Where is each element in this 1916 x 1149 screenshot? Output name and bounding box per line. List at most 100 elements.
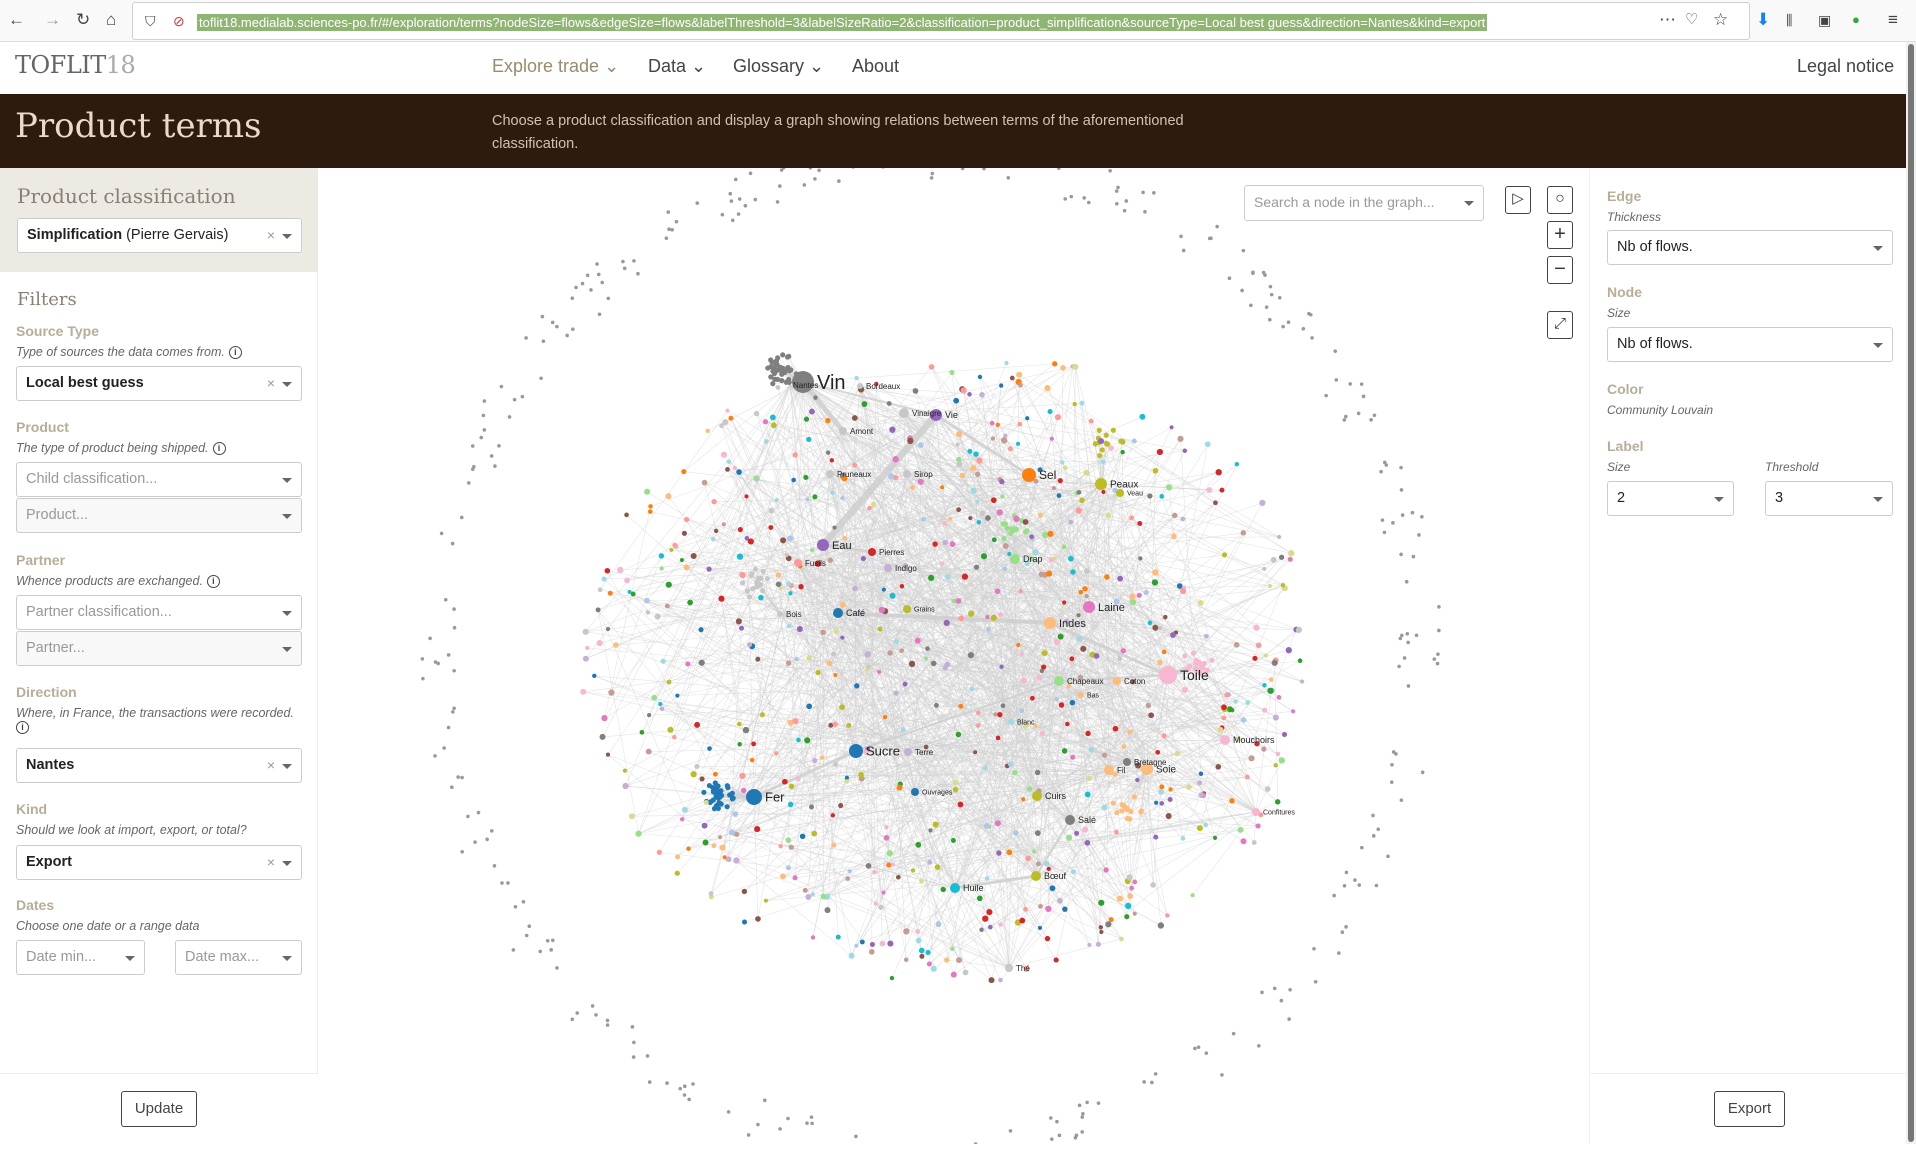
caret-down-icon[interactable] (282, 234, 292, 239)
isolated-node[interactable] (1302, 327, 1306, 331)
graph-node[interactable] (706, 567, 711, 572)
isolated-node[interactable] (636, 272, 640, 276)
isolated-node[interactable] (472, 465, 476, 469)
graph-node[interactable] (887, 850, 893, 856)
graph-node[interactable] (1023, 529, 1028, 534)
graph-node[interactable] (1248, 755, 1254, 761)
graph-node[interactable] (830, 490, 835, 495)
graph-node[interactable] (890, 976, 894, 980)
graph-node[interactable] (770, 414, 776, 420)
isolated-node[interactable] (574, 286, 578, 290)
isolated-node[interactable] (930, 176, 934, 180)
graph-node[interactable] (715, 793, 720, 798)
graph-node[interactable] (1041, 664, 1046, 669)
isolated-node[interactable] (433, 754, 437, 758)
graph-node[interactable] (849, 953, 855, 959)
graph-node[interactable] (1204, 634, 1209, 639)
graph-node[interactable] (749, 571, 754, 576)
isolated-node[interactable] (810, 1122, 814, 1126)
graph-node[interactable] (733, 466, 737, 470)
graph-node[interactable] (1085, 791, 1091, 797)
isolated-node[interactable] (675, 220, 679, 224)
graph-node[interactable] (1298, 658, 1303, 663)
graph-node[interactable] (1291, 709, 1295, 713)
graph-node-hub[interactable] (826, 470, 834, 478)
graph-node[interactable] (871, 502, 876, 507)
graph-node[interactable] (1240, 838, 1246, 844)
info-icon[interactable]: i (213, 442, 226, 455)
isolated-node[interactable] (473, 840, 477, 844)
graph-node[interactable] (1234, 642, 1240, 648)
isolated-node[interactable] (1050, 1137, 1054, 1141)
graph-node[interactable] (776, 367, 781, 372)
graph-node[interactable] (703, 840, 709, 846)
graph-node[interactable] (840, 602, 846, 608)
isolated-node[interactable] (1399, 637, 1403, 641)
isolated-node[interactable] (460, 516, 464, 520)
graph-node[interactable] (1016, 442, 1020, 446)
graph-node[interactable] (1025, 856, 1031, 862)
isolated-node[interactable] (1058, 1134, 1062, 1138)
graph-node[interactable] (1158, 789, 1164, 795)
isolated-node[interactable] (1049, 1116, 1053, 1120)
isolated-node[interactable] (621, 260, 625, 264)
graph-node[interactable] (1253, 624, 1259, 630)
graph-node[interactable] (988, 977, 994, 983)
pocket-icon[interactable]: ♡ (1685, 10, 1698, 30)
caret-down-icon[interactable] (1714, 497, 1724, 502)
graph-node[interactable] (867, 506, 872, 511)
graph-node[interactable] (942, 540, 948, 546)
graph-node[interactable] (827, 660, 833, 666)
isolated-node[interactable] (522, 900, 526, 904)
graph-node[interactable] (1300, 679, 1304, 683)
graph-node[interactable] (1119, 808, 1124, 813)
isolated-node[interactable] (666, 210, 670, 214)
graph-node[interactable] (991, 615, 997, 621)
more-icon[interactable]: ⋯ (1659, 10, 1676, 30)
graph-node[interactable] (1058, 478, 1063, 483)
extension-icon[interactable]: ● (1852, 10, 1860, 30)
graph-node[interactable] (613, 642, 619, 648)
isolated-node[interactable] (1251, 270, 1255, 274)
graph-node[interactable] (1076, 507, 1082, 513)
graph-node[interactable] (1111, 801, 1116, 806)
isolated-node[interactable] (597, 273, 601, 277)
play-button[interactable]: ▷ (1505, 186, 1531, 214)
graph-node[interactable] (1198, 600, 1204, 606)
isolated-node[interactable] (1399, 466, 1403, 470)
graph-node[interactable] (1102, 753, 1107, 758)
graph-node[interactable] (1205, 441, 1211, 447)
graph-node[interactable] (1276, 752, 1280, 756)
clear-icon[interactable]: × (267, 227, 275, 243)
graph-node[interactable] (969, 687, 974, 692)
graph-node[interactable] (686, 846, 691, 851)
graph-node[interactable] (935, 921, 941, 927)
graph-node[interactable] (809, 805, 814, 810)
graph-node[interactable] (629, 813, 635, 819)
graph-node[interactable] (1063, 465, 1068, 470)
graph-node[interactable] (1170, 632, 1176, 638)
graph-node[interactable] (779, 844, 783, 848)
caret-down-icon[interactable] (282, 611, 292, 616)
graph-node[interactable] (986, 909, 992, 915)
graph-node[interactable] (862, 401, 868, 407)
graph-node[interactable] (750, 586, 755, 591)
graph-node[interactable] (1159, 784, 1164, 789)
graph-area[interactable]: VinNantesBordeauxVinaigreVieAmontPruneau… (318, 168, 1589, 1144)
isolated-node[interactable] (1215, 225, 1219, 229)
graph-node[interactable] (1273, 714, 1279, 720)
graph-node[interactable] (1229, 798, 1234, 803)
graph-node[interactable] (780, 537, 786, 543)
graph-node[interactable] (789, 784, 795, 790)
graph-node[interactable] (734, 832, 739, 837)
graph-node[interactable] (711, 843, 716, 848)
graph-node[interactable] (791, 478, 796, 483)
graph-node[interactable] (691, 553, 697, 559)
graph-node[interactable] (1057, 493, 1062, 498)
graph-node[interactable] (1152, 625, 1158, 631)
isolated-node[interactable] (1262, 271, 1266, 275)
graph-node[interactable] (598, 587, 603, 592)
graph-node[interactable] (831, 651, 836, 656)
graph-node-hub[interactable] (1083, 601, 1095, 613)
graph-node[interactable] (918, 442, 924, 448)
